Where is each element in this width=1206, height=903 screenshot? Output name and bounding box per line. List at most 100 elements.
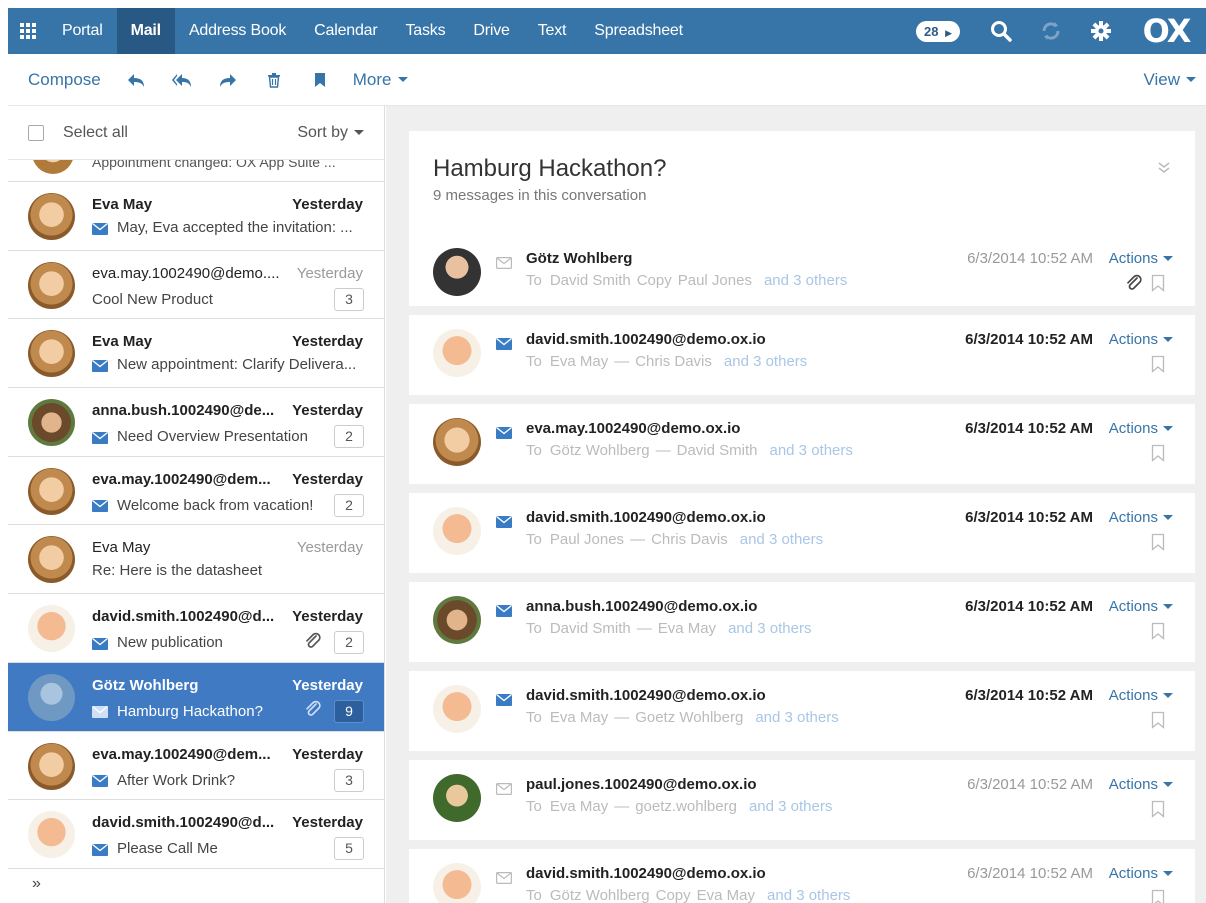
recipient-name[interactable]: goetz.wohlberg [635,798,737,815]
message-sender[interactable]: paul.jones.1002490@demo.ox.io [526,776,757,793]
collapse-all-icon[interactable] [1157,161,1171,180]
thread-count-badge: 2 [334,493,364,517]
actions-dropdown[interactable]: Actions [1109,865,1173,882]
more-recipients-link[interactable]: and 3 others [728,620,811,637]
nav-address-book[interactable]: Address Book [175,8,300,54]
list-item-partial[interactable]: Appointment changed: OX App Suite ... [8,160,384,182]
refresh-icon[interactable] [1026,8,1076,54]
flag-icon[interactable] [1151,889,1165,903]
recipient-name[interactable]: David Smith [677,442,758,459]
message-card[interactable]: eva.may.1002490@demo.ox.io To Götz Wohlber… [409,404,1195,484]
flag-icon[interactable] [1151,800,1165,823]
compose-button[interactable]: Compose [28,70,101,90]
recipient-name[interactable]: Eva May [697,887,755,903]
select-all-label[interactable]: Select all [63,124,128,142]
message-sender[interactable]: david.smith.1002490@demo.ox.io [526,331,766,348]
message-sender[interactable]: Götz Wohlberg [526,250,632,267]
recipient-name[interactable]: Eva May [550,798,608,815]
recipient-name[interactable]: Goetz Wohlberg [635,709,743,726]
message-card[interactable]: david.smith.1002490@demo.ox.io To Paul Jon… [409,493,1195,573]
flag-icon[interactable] [1151,274,1165,297]
nav-drive[interactable]: Drive [459,8,523,54]
flag-icon[interactable] [1151,622,1165,645]
list-item[interactable]: eva.may.1002490@dem... Yesterday Welcome b… [8,457,384,526]
nav-tasks[interactable]: Tasks [392,8,460,54]
sort-by-dropdown[interactable]: Sort by [297,124,364,142]
more-recipients-link[interactable]: and 3 others [724,353,807,370]
recipient-name[interactable]: Eva May [550,353,608,370]
list-item[interactable]: Eva May Yesterday New appointment: Clarify… [8,319,384,389]
recipient-name[interactable]: Eva May [550,709,608,726]
recipient-name[interactable]: Götz Wohlberg [550,887,650,903]
list-item[interactable]: Eva May Yesterday Re: Here is the datashee… [8,525,384,595]
message-card[interactable]: Götz Wohlberg To David Smith Copy Paul Jones… [409,234,1195,306]
actions-dropdown[interactable]: Actions [1109,776,1173,793]
more-recipients-link[interactable]: and 3 others [749,798,832,815]
more-dropdown[interactable]: More [353,70,408,90]
gear-icon[interactable] [1076,8,1126,54]
select-all-checkbox[interactable] [28,124,44,141]
nav-text[interactable]: Text [524,8,581,54]
reply-all-icon[interactable] [159,54,205,106]
message-card[interactable]: anna.bush.1002490@demo.ox.io To David Smit… [409,582,1195,662]
apps-grid-icon[interactable] [8,8,48,54]
forward-icon[interactable] [205,54,251,106]
message-sender[interactable]: david.smith.1002490@demo.ox.io [526,687,766,704]
more-recipients-link[interactable]: and 3 others [767,887,850,903]
actions-dropdown[interactable]: Actions [1109,250,1173,267]
recipient-name[interactable]: David Smith [550,272,631,289]
list-item[interactable]: david.smith.1002490@d... Yesterday New pub… [8,594,384,663]
message-sender[interactable]: david.smith.1002490@demo.ox.io [526,509,766,526]
attachment-icon[interactable] [1125,274,1143,297]
list-item[interactable]: Götz Wohlberg Yesterday Hamburg Hackathon?… [8,662,384,732]
flag-icon[interactable] [1151,355,1165,378]
flag-icon[interactable] [1151,533,1165,556]
actions-dropdown[interactable]: Actions [1109,598,1173,615]
message-sender[interactable]: anna.bush.1002490@demo.ox.io [526,598,757,615]
message-card[interactable]: david.smith.1002490@demo.ox.io To Eva May —… [409,671,1195,751]
actions-dropdown[interactable]: Actions [1109,509,1173,526]
attachment-icon [304,700,322,722]
bookmark-icon[interactable] [297,54,343,106]
nav-spreadsheet[interactable]: Spreadsheet [580,8,697,54]
list-item[interactable]: anna.bush.1002490@de... Yesterday Need Ove… [8,388,384,457]
message-sender[interactable]: david.smith.1002490@demo.ox.io [526,865,766,882]
message-sender[interactable]: eva.may.1002490@demo.ox.io [526,420,740,437]
message-card[interactable]: paul.jones.1002490@demo.ox.io To Eva May — g… [409,760,1195,840]
recipient-joiner: — [655,442,671,459]
list-item[interactable]: david.smith.1002490@d... Yesterday Please … [8,800,384,869]
list-item-subject-line: Hamburg Hackathon? 9 [92,699,364,723]
list-item[interactable]: eva.may.1002490@dem... Yesterday After Wor… [8,732,384,801]
recipient-name[interactable]: David Smith [550,620,631,637]
nav-mail[interactable]: Mail [116,8,175,54]
more-recipients-link[interactable]: and 3 others [764,272,847,289]
nav-portal[interactable]: Portal [48,8,117,54]
more-recipients-link[interactable]: and 3 others [769,442,852,459]
recipient-name[interactable]: Paul Jones [550,531,624,548]
recipient-name[interactable]: Eva May [658,620,716,637]
actions-dropdown[interactable]: Actions [1109,331,1173,348]
avatar [433,418,481,466]
trash-icon[interactable] [251,54,297,106]
more-recipients-link[interactable]: and 3 others [755,709,838,726]
recipient-name[interactable]: Götz Wohlberg [550,442,650,459]
list-item[interactable]: eva.may.1002490@demo.... Yesterday Cool Ne… [8,251,384,320]
notification-badge[interactable]: 28 ▶ [915,20,960,42]
nav-calendar[interactable]: Calendar [300,8,391,54]
message-card[interactable]: david.smith.1002490@demo.ox.io To Götz Woh… [409,849,1195,903]
recipient-name[interactable]: Chris Davis [635,353,712,370]
search-icon[interactable] [976,8,1026,54]
flag-icon[interactable] [1151,444,1165,467]
recipient-name[interactable]: Chris Davis [651,531,728,548]
list-item[interactable]: Eva May Yesterday May, Eva accepted the in… [8,182,384,251]
more-recipients-link[interactable]: and 3 others [740,531,823,548]
actions-dropdown[interactable]: Actions [1109,420,1173,437]
flag-icon[interactable] [1151,711,1165,734]
avatar [433,863,481,903]
actions-dropdown[interactable]: Actions [1109,687,1173,704]
reply-icon[interactable] [113,54,159,106]
recipient-name[interactable]: Paul Jones [678,272,752,289]
message-card[interactable]: david.smith.1002490@demo.ox.io To Eva May —… [409,315,1195,395]
view-dropdown[interactable]: View [1143,70,1196,90]
expand-sidebar-toggle[interactable]: » [32,875,41,893]
